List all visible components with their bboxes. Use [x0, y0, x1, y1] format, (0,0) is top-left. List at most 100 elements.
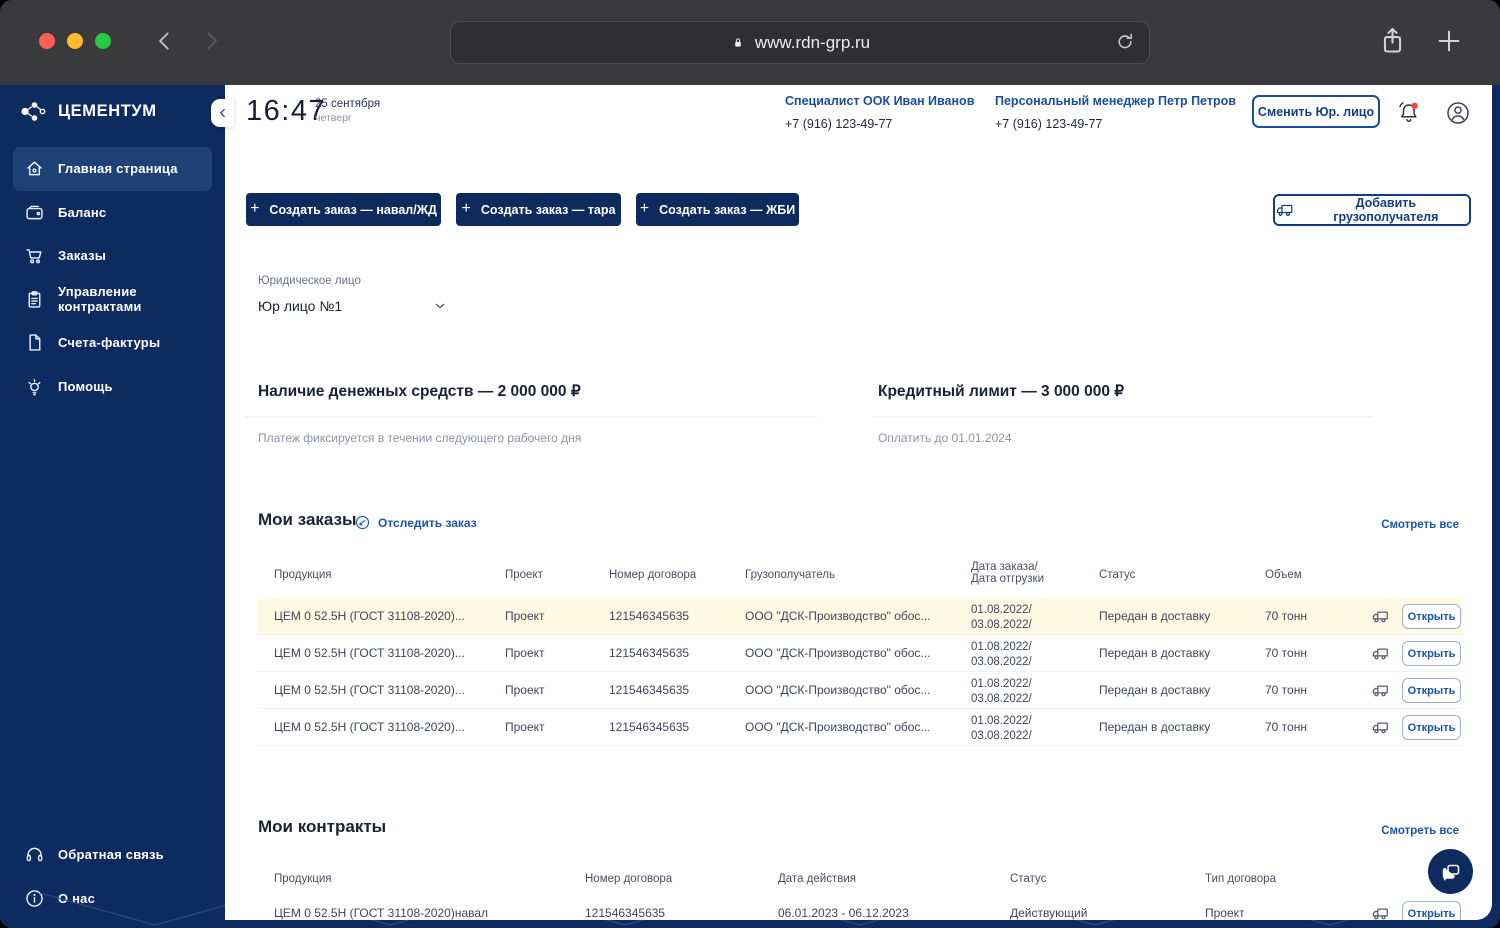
sidebar-item-label: Заказы — [58, 248, 107, 264]
legal-entity-value: Юр лицо №1 — [258, 298, 343, 314]
order-product: ЦЕМ 0 52.5Н (ГОСТ 31108-2020)... — [274, 646, 465, 660]
sidebar-item-orders[interactable]: Заказы — [13, 234, 212, 278]
new-tab-icon[interactable] — [1434, 26, 1464, 59]
sidebar-item-home[interactable]: Главная страница — [13, 147, 212, 191]
contracts-table-header: Продукция Номер договора Дата действия С… — [257, 865, 1463, 895]
col-contract: Номер договора — [585, 873, 673, 885]
order-contract-number: 121546345635 — [609, 683, 690, 697]
reload-icon[interactable] — [1113, 31, 1137, 55]
truck-icon[interactable] — [1371, 681, 1390, 700]
open-button[interactable]: Открыть — [1402, 678, 1461, 703]
col-period: Дата действия — [778, 873, 856, 885]
order-volume: 70 тонн — [1265, 683, 1307, 697]
col-volume: Объем — [1265, 569, 1302, 581]
close-window-button[interactable] — [39, 33, 55, 49]
share-icon[interactable] — [1376, 24, 1409, 60]
create-order-zhbi-button[interactable]: + Создать заказ — ЖБИ — [636, 193, 799, 226]
open-button[interactable]: Открыть — [1402, 641, 1461, 666]
sidebar-item-invoices[interactable]: Счета-фактуры — [13, 321, 212, 365]
logo-text: ЦЕМЕНТУМ — [58, 102, 157, 120]
order-project: Проект — [505, 646, 545, 660]
browser-window: www.rdn-grp.ru ЦЕМЕНТУМ Главная страница… — [0, 0, 1500, 928]
date-text: 25 сентября — [315, 98, 381, 110]
change-legal-entity-button[interactable]: Сменить Юр. лицо — [1252, 95, 1380, 128]
order-product: ЦЕМ 0 52.5Н (ГОСТ 31108-2020)... — [274, 609, 465, 623]
minimize-window-button[interactable] — [67, 33, 83, 49]
order-volume: 70 тонн — [1265, 720, 1307, 734]
order-status: Передан в доставку — [1099, 609, 1211, 623]
order-consignee: ООО "ДСК-Производство" обос... — [745, 646, 931, 660]
bulb-icon — [24, 376, 45, 397]
col-type: Тип договора — [1205, 873, 1276, 885]
order-contract-number: 121546345635 — [609, 720, 690, 734]
create-order-tare-button[interactable]: + Создать заказ — тара — [456, 193, 621, 226]
chevron-down-icon — [435, 303, 445, 309]
headset-icon — [24, 844, 45, 865]
truck-icon[interactable] — [1371, 904, 1390, 920]
sidebar-collapse-button[interactable] — [211, 99, 234, 127]
order-contract-number: 121546345635 — [609, 609, 690, 623]
weekday-text: четверг — [315, 112, 352, 124]
plus-icon: + — [250, 200, 260, 217]
create-order-bulk-button[interactable]: + Создать заказ — навал/ЖД — [246, 193, 441, 226]
contracts-see-all-link[interactable]: Смотреть все — [1381, 825, 1459, 837]
manager-contact: Персональный менеджер Петр Петров +7 (91… — [995, 94, 1236, 131]
order-consignee: ООО "ДСК-Производство" обос... — [745, 609, 931, 623]
open-button[interactable]: Открыть — [1402, 901, 1461, 920]
legal-entity-select[interactable]: Юр лицо №1 — [258, 298, 448, 314]
contract-period: 06.01.2023 - 06.12.2023 — [778, 906, 909, 920]
sidebar-item-label: Обратная связь — [58, 847, 164, 863]
account-icon[interactable] — [1444, 99, 1472, 130]
open-button[interactable]: Открыть — [1402, 715, 1461, 740]
credit-note: Оплатить до 01.01.2024 — [878, 431, 1012, 445]
sidebar-item-label: Главная страница — [58, 161, 178, 177]
specialist-name: Специалист ООК Иван Иванов — [785, 94, 975, 108]
col-project: Проект — [505, 569, 543, 581]
col-date: Дата заказа/Дата отгрузки — [971, 561, 1045, 585]
truck-icon[interactable] — [1371, 607, 1390, 626]
col-contract: Номер договора — [609, 569, 697, 581]
notifications-bell-icon[interactable] — [1395, 99, 1422, 129]
address-bar[interactable]: www.rdn-grp.ru — [450, 21, 1150, 64]
back-button[interactable] — [150, 27, 180, 57]
sidebar-item-balance[interactable]: Баланс — [13, 191, 212, 235]
truck-icon[interactable] — [1371, 644, 1390, 663]
url-text: www.rdn-grp.ru — [754, 32, 871, 52]
chevron-left-icon — [219, 108, 225, 118]
sidebar-item-feedback[interactable]: Обратная связь — [13, 833, 212, 877]
zoom-window-button[interactable] — [95, 33, 111, 49]
orders-table-header: Продукция Проект Номер договора Грузопол… — [257, 555, 1463, 597]
truck-icon — [1276, 204, 1293, 217]
order-dates: 01.08.2022/03.08.2022/ — [971, 714, 1032, 742]
order-dates: 01.08.2022/03.08.2022/ — [971, 640, 1032, 668]
add-consignee-button[interactable]: Добавить грузополучателя — [1273, 194, 1471, 226]
divider — [873, 416, 1373, 417]
track-order-link[interactable]: Отследить заказ — [354, 514, 477, 531]
clock-date: 25 сентября четверг — [315, 98, 380, 124]
clipboard-icon — [24, 289, 45, 310]
orders-see-all-link[interactable]: Смотреть все — [1381, 519, 1459, 531]
cart-icon — [24, 245, 45, 266]
funds-note: Платеж фиксируется в течении следующего … — [258, 431, 582, 445]
orders-section-title: Мои заказы — [258, 510, 357, 529]
sidebar-item-label: Управление контрактами — [58, 284, 142, 315]
credit-limit-title: Кредитный лимит — 3 000 000 ₽ — [878, 383, 1125, 400]
chat-button[interactable] — [1428, 849, 1473, 894]
order-product: ЦЕМ 0 52.5Н (ГОСТ 31108-2020)... — [274, 683, 465, 697]
forward-button[interactable] — [196, 27, 226, 57]
plus-icon: + — [639, 200, 650, 217]
order-consignee: ООО "ДСК-Производство" обос... — [745, 683, 931, 697]
sidebar-item-contracts[interactable]: Управление контрактами — [13, 278, 212, 322]
col-product: Продукция — [274, 873, 332, 885]
sidebar-item-label: Баланс — [58, 204, 107, 220]
order-contract-number: 121546345635 — [609, 646, 690, 660]
order-project: Проект — [505, 609, 545, 623]
order-row: ЦЕМ 0 52.5Н (ГОСТ 31108-2020)... Проект 12… — [257, 598, 1463, 635]
main-content: 16:47 25 сентября четверг Специалист ООК… — [225, 85, 1492, 920]
order-dates: 01.08.2022/03.08.2022/ — [971, 677, 1032, 705]
contract-status: Действующий — [1010, 906, 1088, 920]
sidebar-item-help[interactable]: Помощь — [13, 365, 212, 409]
truck-icon[interactable] — [1371, 718, 1390, 737]
contracts-section-title: Мои контракты — [258, 817, 387, 836]
open-button[interactable]: Открыть — [1402, 604, 1461, 629]
